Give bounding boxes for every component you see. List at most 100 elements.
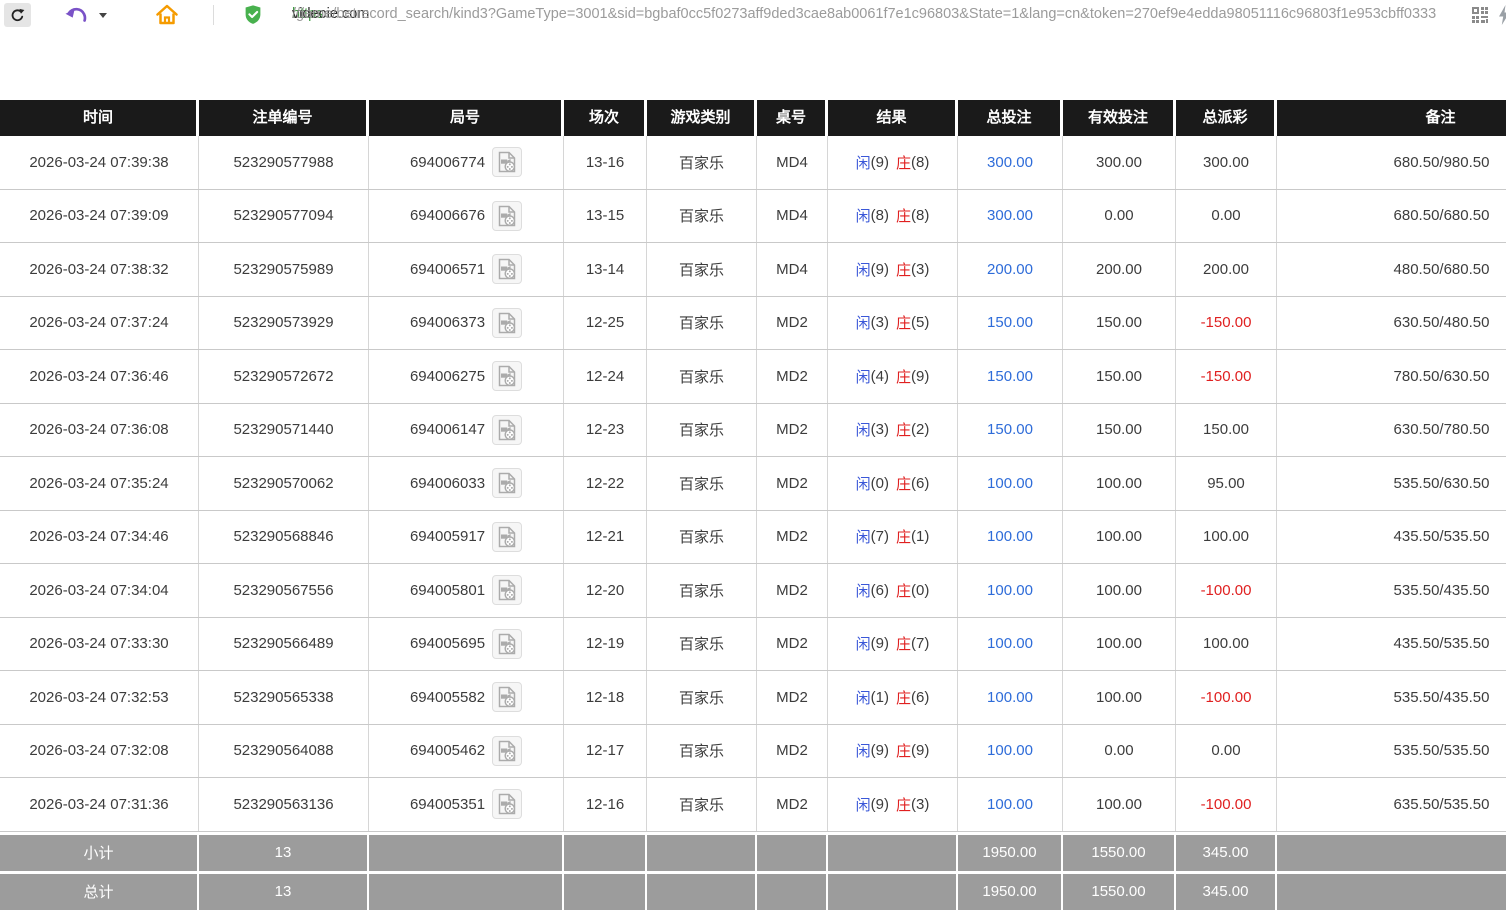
cell-time: 2026-03-24 07:35:24: [0, 457, 199, 510]
cell-round-number: 694006774: [369, 136, 564, 189]
header-payout: 总派彩: [1176, 100, 1277, 136]
round-number: 694005582: [410, 689, 485, 706]
cell-game-type: 百家乐: [647, 457, 757, 510]
cell-session: 12-21: [564, 511, 647, 564]
cell-total-bet: 100.00: [958, 564, 1063, 617]
total-bet-link[interactable]: 150.00: [987, 421, 1033, 438]
total-bet-link[interactable]: 100.00: [987, 689, 1033, 706]
grand-total-valid-bet: 1550.00: [1063, 874, 1176, 910]
video-replay-button[interactable]: [492, 682, 522, 712]
total-bet-link[interactable]: 100.00: [987, 742, 1033, 759]
cell-table-number: MD2: [757, 564, 828, 617]
total-bet-link[interactable]: 100.00: [987, 796, 1033, 813]
cell-table-number: MD2: [757, 725, 828, 778]
banker-label: 庄: [896, 687, 911, 708]
video-replay-button[interactable]: [492, 147, 522, 177]
cell-game-type: 百家乐: [647, 564, 757, 617]
video-replay-button[interactable]: [492, 415, 522, 445]
cell-table-number: MD2: [757, 404, 828, 457]
cell-bet-number: 523290566489: [199, 618, 369, 671]
grand-total-total-bet: 1950.00: [958, 874, 1063, 910]
video-replay-button[interactable]: [492, 254, 522, 284]
video-replay-button[interactable]: [492, 308, 522, 338]
video-replay-button[interactable]: [492, 361, 522, 391]
total-bet-link[interactable]: 100.00: [987, 635, 1033, 652]
cell-session: 12-20: [564, 564, 647, 617]
cell-payout: -100.00: [1176, 564, 1277, 617]
player-points: (9): [871, 635, 889, 652]
cell-game-type: 百家乐: [647, 243, 757, 296]
player-label: 闲: [856, 259, 871, 280]
total-bet-link[interactable]: 300.00: [987, 154, 1033, 171]
total-bet-link[interactable]: 100.00: [987, 475, 1033, 492]
cell-payout: -100.00: [1176, 671, 1277, 724]
total-bet-link[interactable]: 300.00: [987, 207, 1033, 224]
cell-round-number: 694006033: [369, 457, 564, 510]
total-bet-link[interactable]: 100.00: [987, 528, 1033, 545]
total-bet-link[interactable]: 100.00: [987, 582, 1033, 599]
player-label: 闲: [856, 366, 871, 387]
cell-result: 闲(9) 庄(9): [828, 725, 958, 778]
cell-result: 闲(8) 庄(8): [828, 190, 958, 243]
cell-payout: 100.00: [1176, 511, 1277, 564]
grand-total-label: 总计: [0, 874, 199, 910]
video-replay-button[interactable]: [492, 468, 522, 498]
player-label: 闲: [856, 419, 871, 440]
video-icon: [496, 151, 518, 173]
cell-bet-number: 523290572672: [199, 350, 369, 403]
video-icon: [496, 205, 518, 227]
banker-label: 庄: [896, 740, 911, 761]
cell-bet-number: 523290571440: [199, 404, 369, 457]
player-points: (9): [871, 796, 889, 813]
cell-round-number: 694006275: [369, 350, 564, 403]
refresh-button[interactable]: [4, 3, 31, 27]
cell-valid-bet: 0.00: [1063, 725, 1176, 778]
round-number: 694006571: [410, 261, 485, 278]
cell-round-number: 694005582: [369, 671, 564, 724]
cell-round-number: 694006571: [369, 243, 564, 296]
cell-remark: 680.50/980.50: [1277, 136, 1506, 189]
total-bet-link[interactable]: 150.00: [987, 314, 1033, 331]
total-bet-link[interactable]: 150.00: [987, 368, 1033, 385]
cell-bet-number: 523290573929: [199, 297, 369, 350]
video-replay-button[interactable]: [492, 736, 522, 766]
cell-time: 2026-03-24 07:31:36: [0, 778, 199, 831]
video-replay-button[interactable]: [492, 201, 522, 231]
player-label: 闲: [856, 526, 871, 547]
banker-label: 庄: [896, 366, 911, 387]
banker-label: 庄: [896, 526, 911, 547]
table-body: 2026-03-24 07:39:38 523290577988 6940067…: [0, 136, 1506, 832]
video-replay-button[interactable]: [492, 575, 522, 605]
video-replay-button[interactable]: [492, 789, 522, 819]
cell-bet-number: 523290577988: [199, 136, 369, 189]
undo-dropdown-caret-icon[interactable]: [99, 13, 107, 18]
table-row: 2026-03-24 07:39:09 523290577094 6940066…: [0, 190, 1506, 244]
video-icon: [496, 258, 518, 280]
cell-round-number: 694006147: [369, 404, 564, 457]
table-row: 2026-03-24 07:36:46 523290572672 6940062…: [0, 350, 1506, 404]
cell-valid-bet: 100.00: [1063, 511, 1176, 564]
cell-table-number: MD2: [757, 350, 828, 403]
undo-button[interactable]: [64, 5, 90, 26]
header-table-number: 桌号: [757, 100, 828, 136]
cell-bet-number: 523290577094: [199, 190, 369, 243]
home-button[interactable]: [156, 4, 178, 28]
player-label: 闲: [856, 633, 871, 654]
cell-remark: 635.50/535.50: [1277, 778, 1506, 831]
cell-result: 闲(3) 庄(5): [828, 297, 958, 350]
total-bet-link[interactable]: 200.00: [987, 261, 1033, 278]
table-row: 2026-03-24 07:39:38 523290577988 6940067…: [0, 136, 1506, 190]
video-icon: [496, 526, 518, 548]
table-row: 2026-03-24 07:38:32 523290575989 6940065…: [0, 243, 1506, 297]
cell-table-number: MD4: [757, 243, 828, 296]
video-replay-button[interactable]: [492, 522, 522, 552]
video-replay-button[interactable]: [492, 629, 522, 659]
cell-game-type: 百家乐: [647, 511, 757, 564]
cell-result: 闲(9) 庄(7): [828, 618, 958, 671]
cell-result: 闲(7) 庄(1): [828, 511, 958, 564]
round-number: 694006774: [410, 154, 485, 171]
player-points: (8): [871, 207, 889, 224]
player-points: (3): [871, 421, 889, 438]
video-icon: [496, 312, 518, 334]
cell-payout: 100.00: [1176, 618, 1277, 671]
